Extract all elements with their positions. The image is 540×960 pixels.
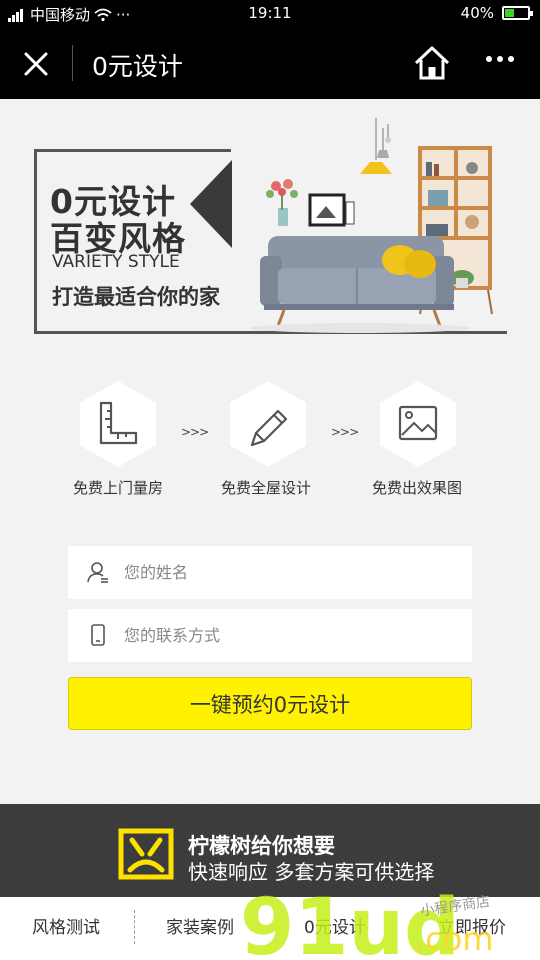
banner-subtitle-en: VARIETY STYLE	[52, 252, 180, 272]
battery-percent: 40%	[460, 4, 494, 22]
banner-slogan: 打造最适合你的家	[52, 285, 220, 309]
tab-divider	[134, 910, 135, 944]
image-icon	[398, 405, 438, 441]
status-bar: 中国移动 ··· 19:11 40%	[0, 0, 540, 28]
step-2-label: 免费全屋设计	[220, 479, 311, 497]
status-time: 19:11	[248, 4, 292, 22]
user-icon	[87, 562, 108, 583]
nav-bar: 0元设计	[0, 28, 540, 99]
phone-field[interactable]	[68, 609, 472, 662]
bottom-tab-bar: 风格测试 家装案例 0元设计 立即报价	[0, 897, 540, 960]
step-3-badge	[380, 381, 456, 467]
tab-cases[interactable]: 家装案例	[166, 913, 234, 938]
phone-input[interactable]	[124, 609, 454, 662]
status-right: 40%	[460, 4, 533, 22]
battery-fill	[505, 9, 514, 17]
promo-banner: 柠檬树给你想要 快速响应 多套方案可供选择	[0, 804, 540, 897]
tab-free-design[interactable]: 0元设计	[304, 913, 366, 938]
tab-style-test[interactable]: 风格测试	[32, 913, 100, 938]
ruler-icon	[99, 401, 138, 445]
page-title: 0元设计	[92, 52, 183, 81]
nav-divider	[72, 45, 73, 81]
submit-button[interactable]: 一键预约0元设计	[68, 677, 472, 730]
phone-icon	[91, 624, 105, 646]
step-1-label: 免费上门量房	[72, 479, 163, 497]
sofa-illustration	[250, 118, 493, 333]
step-2-badge	[230, 381, 306, 467]
battery-icon	[502, 6, 533, 20]
name-field[interactable]	[68, 546, 472, 599]
home-icon[interactable]	[413, 45, 451, 81]
step-3-label: 免费出效果图	[371, 479, 462, 497]
promo-subline: 快速响应 多套方案可供选择	[188, 860, 435, 884]
step-1-badge	[80, 381, 156, 467]
name-input[interactable]	[124, 546, 454, 599]
step-arrow-2: >>>	[331, 425, 359, 439]
pencil-icon	[250, 409, 288, 447]
banner-triangle	[190, 160, 232, 248]
more-icon[interactable]	[486, 56, 514, 62]
close-icon[interactable]	[20, 48, 52, 80]
tab-quote[interactable]: 立即报价	[438, 913, 506, 938]
step-arrow-1: >>>	[181, 425, 209, 439]
logo-icon	[118, 828, 174, 880]
